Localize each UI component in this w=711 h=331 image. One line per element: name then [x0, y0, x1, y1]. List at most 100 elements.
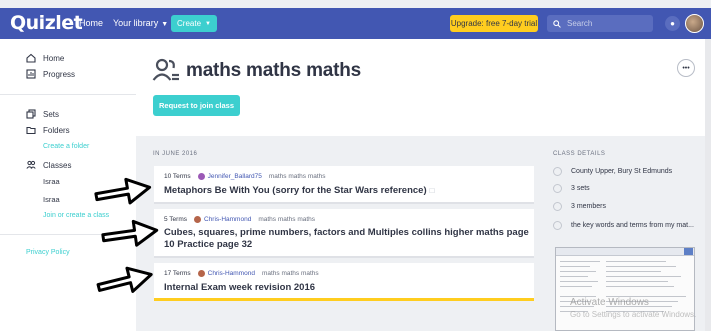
- feed-section-label: IN JUNE 2016: [153, 151, 198, 157]
- search-box[interactable]: [547, 15, 653, 32]
- text-line: [606, 271, 661, 272]
- set-meta: 17 Terms Chris-Hammond maths maths maths: [164, 270, 319, 277]
- upgrade-button[interactable]: Upgrade: free 7-day trial: [450, 15, 538, 32]
- chevron-down-icon: ▼: [161, 21, 169, 28]
- set-author[interactable]: Chris-Hammond: [194, 216, 251, 223]
- nav-home-link[interactable]: Home: [79, 18, 103, 28]
- annotation-arrow-icon: [101, 219, 159, 247]
- text-line: [560, 281, 598, 282]
- document-preview-titlebar: [556, 248, 694, 256]
- set-meta: 5 Terms Chris-Hammond maths maths maths: [164, 216, 315, 223]
- avatar: [197, 173, 205, 180]
- author-name: Jennifer_Ballard75: [207, 173, 262, 180]
- sidebar-item-label: Progress: [43, 69, 76, 79]
- text-line: [560, 261, 600, 262]
- school-icon: [553, 167, 562, 176]
- class-details-label: CLASS DETAILS: [553, 151, 606, 157]
- description-text: the key words and terms from my mat...: [571, 222, 694, 229]
- avatar: [197, 270, 205, 277]
- sidebar-item-classes[interactable]: Classes: [26, 160, 71, 170]
- nav-library-label: Your library: [113, 18, 159, 28]
- bell-icon[interactable]: ●: [665, 16, 680, 31]
- nav-library-menu[interactable]: Your library ▼: [113, 18, 168, 28]
- text-line: [606, 266, 676, 267]
- text-line: [606, 286, 674, 287]
- set-card[interactable]: 5 Terms Chris-Hammond maths maths maths …: [154, 209, 534, 258]
- members-icon: [553, 202, 562, 211]
- class-header: [136, 39, 711, 136]
- annotation-arrow-icon: [94, 177, 152, 205]
- text-line: [606, 261, 666, 262]
- sidebar-item-sets[interactable]: Sets: [26, 109, 59, 119]
- sidebar-class-item[interactable]: Israa: [43, 177, 60, 186]
- sidebar-item-label: Folders: [43, 125, 70, 135]
- text-line: [560, 271, 596, 272]
- privacy-policy-link[interactable]: Privacy Policy: [26, 249, 70, 256]
- annotation-arrow-icon: [96, 266, 153, 293]
- search-input[interactable]: [567, 19, 647, 28]
- class-school: County Upper, Bury St Edmunds: [553, 167, 672, 176]
- sidebar-item-label: Sets: [43, 109, 60, 119]
- join-create-class-link[interactable]: Join or create a class: [43, 212, 109, 219]
- set-class-name: maths maths maths: [258, 216, 316, 223]
- text-line: [606, 281, 668, 282]
- avatar: [194, 216, 201, 223]
- sets-icon: [26, 109, 36, 119]
- page-scrollbar[interactable]: [705, 39, 711, 331]
- activate-windows-subtext: Go to Settings to activate Windows.: [570, 310, 697, 319]
- set-title[interactable]: Cubes, squares, prime numbers, factors a…: [164, 227, 529, 251]
- sidebar-item-progress[interactable]: Progress: [26, 69, 75, 79]
- school-name: County Upper, Bury St Edmunds: [571, 168, 673, 175]
- create-label: Create: [177, 19, 202, 28]
- sidebar-class-item[interactable]: Israa: [43, 195, 60, 204]
- text-line: [560, 286, 592, 287]
- set-meta: 10 Terms Jennifer_Ballard75 maths maths …: [164, 173, 326, 180]
- document-icon: □: [429, 186, 435, 195]
- search-icon: [553, 19, 561, 28]
- sidebar-item-home[interactable]: Home: [26, 53, 64, 63]
- sidebar-divider: [0, 94, 136, 95]
- sets-count-text: 3 sets: [571, 185, 590, 192]
- create-button[interactable]: Create ▼: [171, 15, 217, 32]
- text-line: [560, 266, 590, 267]
- members-count-text: 3 members: [571, 203, 607, 210]
- close-icon: [684, 248, 693, 255]
- set-class-name: maths maths maths: [261, 270, 319, 277]
- class-sets-count: 3 sets: [553, 184, 590, 193]
- class-members-count[interactable]: 3 members: [553, 202, 606, 211]
- term-count: 5 Terms: [164, 216, 187, 223]
- class-description: the key words and terms from my mat...mo…: [553, 221, 711, 230]
- ellipsis-icon[interactable]: •••: [677, 59, 695, 77]
- sidebar-item-label: Home: [43, 53, 65, 63]
- classes-icon: [26, 160, 36, 169]
- set-author[interactable]: Chris-Hammond: [197, 270, 255, 277]
- sidebar-item-label: Classes: [43, 160, 72, 170]
- sets-icon: [553, 184, 562, 193]
- text-line: [606, 276, 681, 277]
- avatar[interactable]: [685, 14, 704, 33]
- classes-icon: [152, 58, 179, 81]
- quizlet-logo[interactable]: Quizlet: [10, 12, 83, 34]
- info-icon: [553, 221, 562, 230]
- set-title-text: Metaphors Be With You (sorry for the Sta…: [164, 185, 427, 196]
- chevron-down-icon: ▼: [205, 20, 211, 27]
- folder-icon: [26, 126, 36, 135]
- set-card[interactable]: 17 Terms Chris-Hammond maths maths maths…: [154, 263, 534, 301]
- progress-icon: [26, 69, 36, 79]
- author-name: Chris-Hammond: [204, 216, 252, 223]
- set-title[interactable]: Internal Exam week revision 2016: [164, 282, 315, 294]
- activate-windows-watermark: Activate Windows: [570, 297, 649, 308]
- sidebar-item-folders[interactable]: Folders: [26, 125, 70, 135]
- create-folder-link[interactable]: Create a folder: [43, 143, 89, 150]
- set-class-name: maths maths maths: [268, 173, 326, 180]
- author-name: Chris-Hammond: [207, 270, 255, 277]
- top-nav-bar: Quizlet Home Your library ▼ Create ▼ Upgra…: [0, 8, 711, 39]
- set-title[interactable]: Metaphors Be With You (sorry for the Sta…: [164, 185, 434, 197]
- term-count: 17 Terms: [164, 270, 191, 277]
- term-count: 10 Terms: [164, 173, 191, 180]
- home-icon: [26, 53, 36, 63]
- request-join-class-button[interactable]: Request to join class: [153, 95, 240, 116]
- page-title: maths maths maths: [186, 60, 362, 81]
- set-card[interactable]: 10 Terms Jennifer_Ballard75 maths maths …: [154, 166, 534, 204]
- set-author[interactable]: Jennifer_Ballard75: [197, 173, 262, 180]
